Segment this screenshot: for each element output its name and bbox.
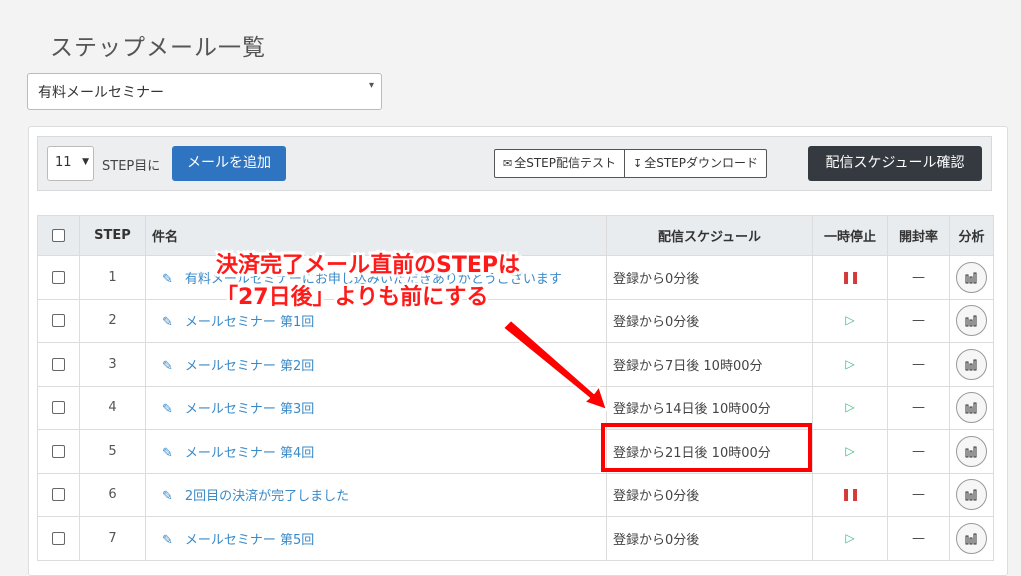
annotation-line-2: 「27日後」よりも前にする bbox=[216, 285, 489, 310]
annotation-callout: 決済完了メール直前のSTEPは 「27日後」よりも前にする bbox=[216, 250, 520, 314]
highlight-box bbox=[601, 423, 812, 472]
annotation-line-1: 決済完了メール直前のSTEPは bbox=[216, 253, 521, 278]
